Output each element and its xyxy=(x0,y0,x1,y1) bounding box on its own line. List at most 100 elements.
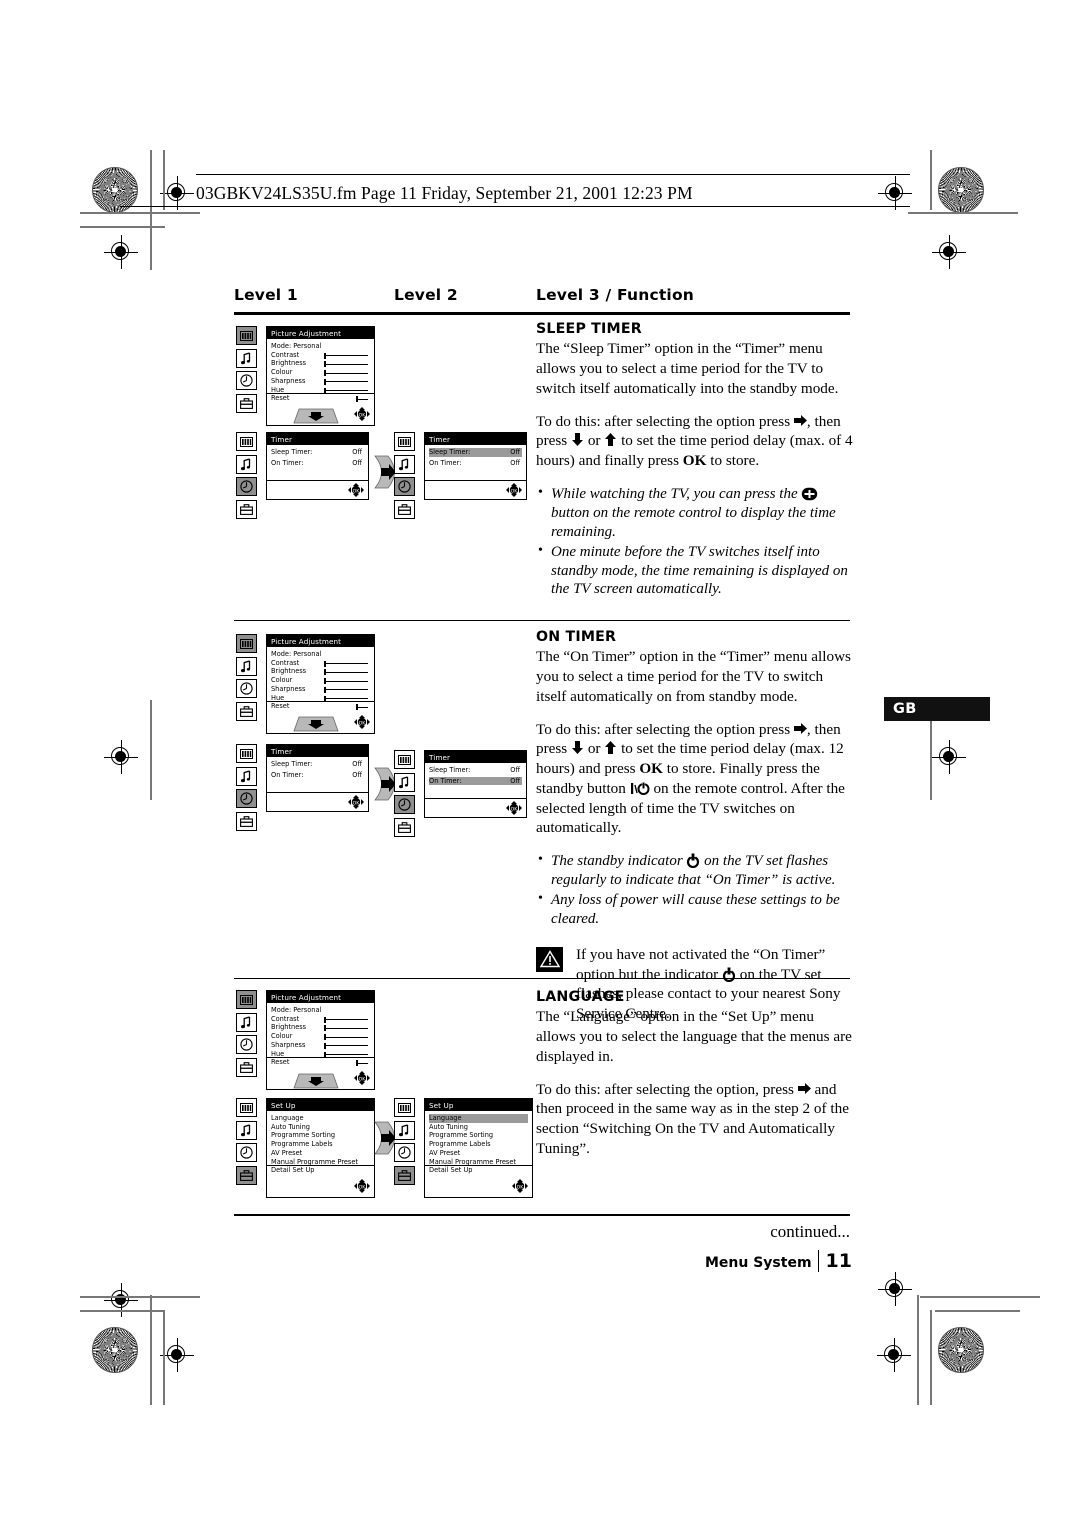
picture-icon[interactable] xyxy=(236,326,257,345)
sound-icon[interactable] xyxy=(236,454,257,474)
osd-row-av-preset[interactable]: AV Preset xyxy=(429,1149,528,1158)
setup-icon[interactable] xyxy=(394,817,415,837)
osd-row-sharpness[interactable]: Sharpness xyxy=(271,377,370,386)
osd-row-language[interactable]: Language xyxy=(429,1114,528,1123)
column-header-row: Level 1 Level 2 Level 3 / Function xyxy=(234,286,850,312)
sound-icon[interactable] xyxy=(236,1120,257,1140)
timer-icon[interactable] xyxy=(236,1143,257,1162)
picture-icon[interactable] xyxy=(394,750,415,769)
osd-row-brightness[interactable]: Brightness xyxy=(271,1023,370,1032)
picture-icon[interactable] xyxy=(394,1098,415,1117)
setup-icon[interactable] xyxy=(236,811,257,831)
section-heading: LANGUAGE xyxy=(536,989,625,1005)
osd-row-reset[interactable]: Reset xyxy=(271,394,370,403)
osd-value: Off xyxy=(510,458,520,467)
section-paragraph-1: The “On Timer” option in the “Timer” men… xyxy=(536,648,851,705)
picture-icon[interactable] xyxy=(236,990,257,1009)
list-item: One minute before the TV switches itself… xyxy=(536,542,854,600)
timer-icon[interactable] xyxy=(236,789,257,808)
osd-title: Timer xyxy=(425,433,526,445)
osd-row-sharpness[interactable]: Sharpness xyxy=(271,685,370,694)
level-bar xyxy=(324,1042,368,1049)
osd-row-brightness[interactable]: Brightness xyxy=(271,667,370,676)
level-bar xyxy=(324,686,368,693)
osd-row-contrast[interactable]: Contrast xyxy=(271,351,370,360)
osd-row-brightness[interactable]: Brightness xyxy=(271,359,370,368)
osd-row-auto-tuning[interactable]: Auto Tuning xyxy=(271,1123,370,1132)
osd-row-contrast[interactable]: Contrast xyxy=(271,1015,370,1024)
sound-icon[interactable] xyxy=(394,1120,415,1140)
timer-icon[interactable] xyxy=(394,795,415,814)
column-header-level2: Level 2 xyxy=(394,286,458,304)
osd-row-colour[interactable]: Colour xyxy=(271,368,370,377)
osd-row-detail-set-up[interactable]: Detail Set Up xyxy=(429,1166,528,1175)
osd-row-av-preset[interactable]: AV Preset xyxy=(271,1149,370,1158)
osd-row-auto-tuning[interactable]: Auto Tuning xyxy=(429,1123,528,1132)
osd-row-sleep-timer[interactable]: Sleep Timer: Off xyxy=(271,448,364,457)
picture-icon[interactable] xyxy=(236,744,257,763)
timer-icon[interactable] xyxy=(236,1035,257,1054)
timer-icon[interactable] xyxy=(236,477,257,496)
osd-row-programme-labels[interactable]: Programme Labels xyxy=(271,1140,370,1149)
level-table: Level 1 Level 2 Level 3 / Function xyxy=(234,286,850,312)
osd-row-colour[interactable]: Colour xyxy=(271,1032,370,1041)
osd-title: Timer xyxy=(425,751,526,763)
osd-row-contrast[interactable]: Contrast xyxy=(271,659,370,668)
crop-mark-bottomleft-h1 xyxy=(80,1296,200,1298)
osd-row-reset[interactable]: Reset xyxy=(271,702,370,711)
osd-row-mode[interactable]: Mode: Personal xyxy=(271,650,370,659)
arrow-up-icon xyxy=(604,741,617,755)
section-paragraph-2: To do this: after selecting the option p… xyxy=(536,720,845,837)
header-filename: 03GBKV24LS35U.fm Page 11 Friday, Septemb… xyxy=(196,183,693,203)
picture-icon[interactable] xyxy=(236,1098,257,1117)
osd-row-reset[interactable]: Reset xyxy=(271,1058,370,1067)
osd-row-mode[interactable]: Mode: Personal xyxy=(271,342,370,351)
sound-icon[interactable] xyxy=(394,454,415,474)
registration-target-bottomright-inner xyxy=(878,1272,912,1306)
osd-row-sleep-timer[interactable]: Sleep Timer: Off xyxy=(429,448,522,457)
setup-icon[interactable] xyxy=(236,1165,257,1185)
picture-icon[interactable] xyxy=(236,432,257,451)
sound-icon[interactable] xyxy=(236,348,257,368)
sound-icon[interactable] xyxy=(236,766,257,786)
setup-icon[interactable] xyxy=(236,393,257,413)
timer-icon[interactable] xyxy=(236,679,257,698)
osd-row-sharpness[interactable]: Sharpness xyxy=(271,1041,370,1050)
sound-icon[interactable] xyxy=(236,1012,257,1032)
power-icon xyxy=(722,967,736,982)
setup-icon[interactable] xyxy=(236,701,257,721)
osd-row-on-timer[interactable]: On Timer: Off xyxy=(271,459,364,468)
osd-title: Picture Adjustment xyxy=(267,327,374,339)
section-paragraph-1: The “Language” option in the “Set Up” me… xyxy=(536,1008,852,1065)
setup-icon[interactable] xyxy=(394,1165,415,1185)
osd-row-on-timer[interactable]: On Timer: Off xyxy=(429,459,522,468)
timer-icon[interactable] xyxy=(394,477,415,496)
header-rule-bottom xyxy=(120,206,910,207)
setup-icon[interactable] xyxy=(236,499,257,519)
timer-icon[interactable] xyxy=(236,371,257,390)
timer-icon[interactable] xyxy=(394,1143,415,1162)
osd-row-programme-sorting[interactable]: Programme Sorting xyxy=(429,1131,528,1140)
osd-row-on-timer[interactable]: On Timer: Off xyxy=(429,776,522,786)
section-on-timer-text: ON TIMER The “On Timer” option in the “T… xyxy=(536,628,854,1024)
osd-divider xyxy=(425,480,526,482)
sound-icon[interactable] xyxy=(394,772,415,792)
picture-icon[interactable] xyxy=(236,634,257,653)
osd-row-sleep-timer[interactable]: Sleep Timer: Off xyxy=(429,766,522,775)
osd-row-language[interactable]: Language xyxy=(271,1114,370,1123)
down-arrow-pill-2 xyxy=(293,716,339,733)
setup-icon[interactable] xyxy=(236,1057,257,1077)
footer-section-name: Menu System xyxy=(704,1255,812,1271)
setup-icon[interactable] xyxy=(394,499,415,519)
ok-joystick-icon: OK xyxy=(348,483,364,497)
sound-icon[interactable] xyxy=(236,656,257,676)
osd-row-mode[interactable]: Mode: Personal xyxy=(271,1006,370,1015)
osd-row-programme-labels[interactable]: Programme Labels xyxy=(429,1140,528,1149)
osd-row-colour[interactable]: Colour xyxy=(271,676,370,685)
osd-row-programme-sorting[interactable]: Programme Sorting xyxy=(271,1131,370,1140)
osd-body: Language Auto Tuning Programme Sorting P… xyxy=(267,1111,374,1177)
picture-icon[interactable] xyxy=(394,432,415,451)
osd-row-detail-set-up[interactable]: Detail Set Up xyxy=(271,1166,370,1175)
osd-row-sleep-timer[interactable]: Sleep Timer: Off xyxy=(271,760,364,769)
osd-row-on-timer[interactable]: On Timer: Off xyxy=(271,771,364,780)
